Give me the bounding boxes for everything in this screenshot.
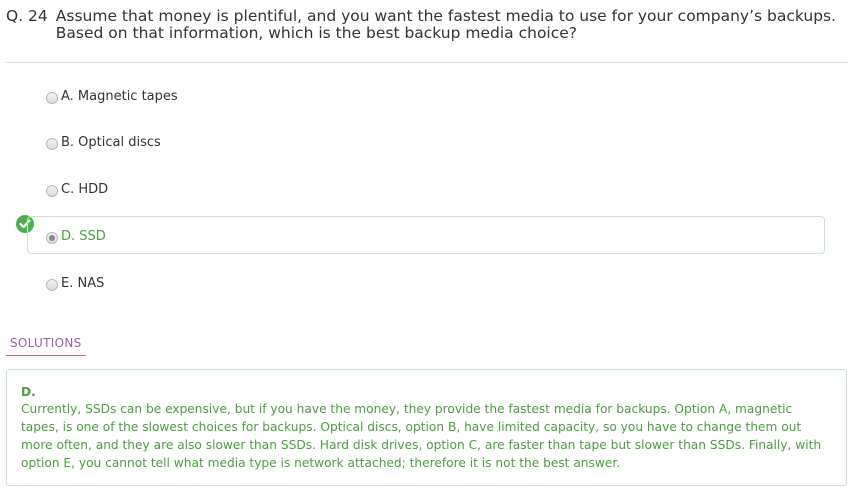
option-b-label: B. Optical discs: [61, 135, 161, 150]
option-b[interactable]: B. Optical discs: [27, 123, 825, 161]
option-d[interactable]: D. SSD: [27, 216, 825, 254]
option-a[interactable]: A. Magnetic tapes: [27, 77, 825, 115]
question-text: Assume that money is plentiful, and you …: [55, 7, 837, 42]
option-c[interactable]: C. HDD: [27, 170, 825, 208]
solution-explanation: Currently, SSDs can be expensive, but if…: [21, 402, 822, 470]
question-number: Q. 24: [6, 7, 48, 25]
option-d-radio[interactable]: [46, 232, 58, 244]
option-a-label: A. Magnetic tapes: [61, 89, 178, 104]
option-e[interactable]: E. NAS: [27, 264, 825, 302]
option-d-label: D. SSD: [61, 229, 106, 244]
solutions-tab[interactable]: SOLUTIONS: [6, 336, 86, 356]
option-c-radio[interactable]: [46, 185, 58, 197]
option-c-label: C. HDD: [61, 182, 109, 197]
option-a-radio[interactable]: [46, 92, 58, 104]
question-divider: [6, 62, 848, 63]
solution-panel: D. Currently, SSDs can be expensive, but…: [6, 369, 847, 486]
option-b-radio[interactable]: [46, 138, 58, 150]
option-e-label: E. NAS: [61, 276, 105, 291]
option-e-radio[interactable]: [46, 279, 58, 291]
question-block: Q. 24 Assume that money is plentiful, an…: [6, 8, 846, 42]
solution-answer: D.: [21, 385, 36, 399]
